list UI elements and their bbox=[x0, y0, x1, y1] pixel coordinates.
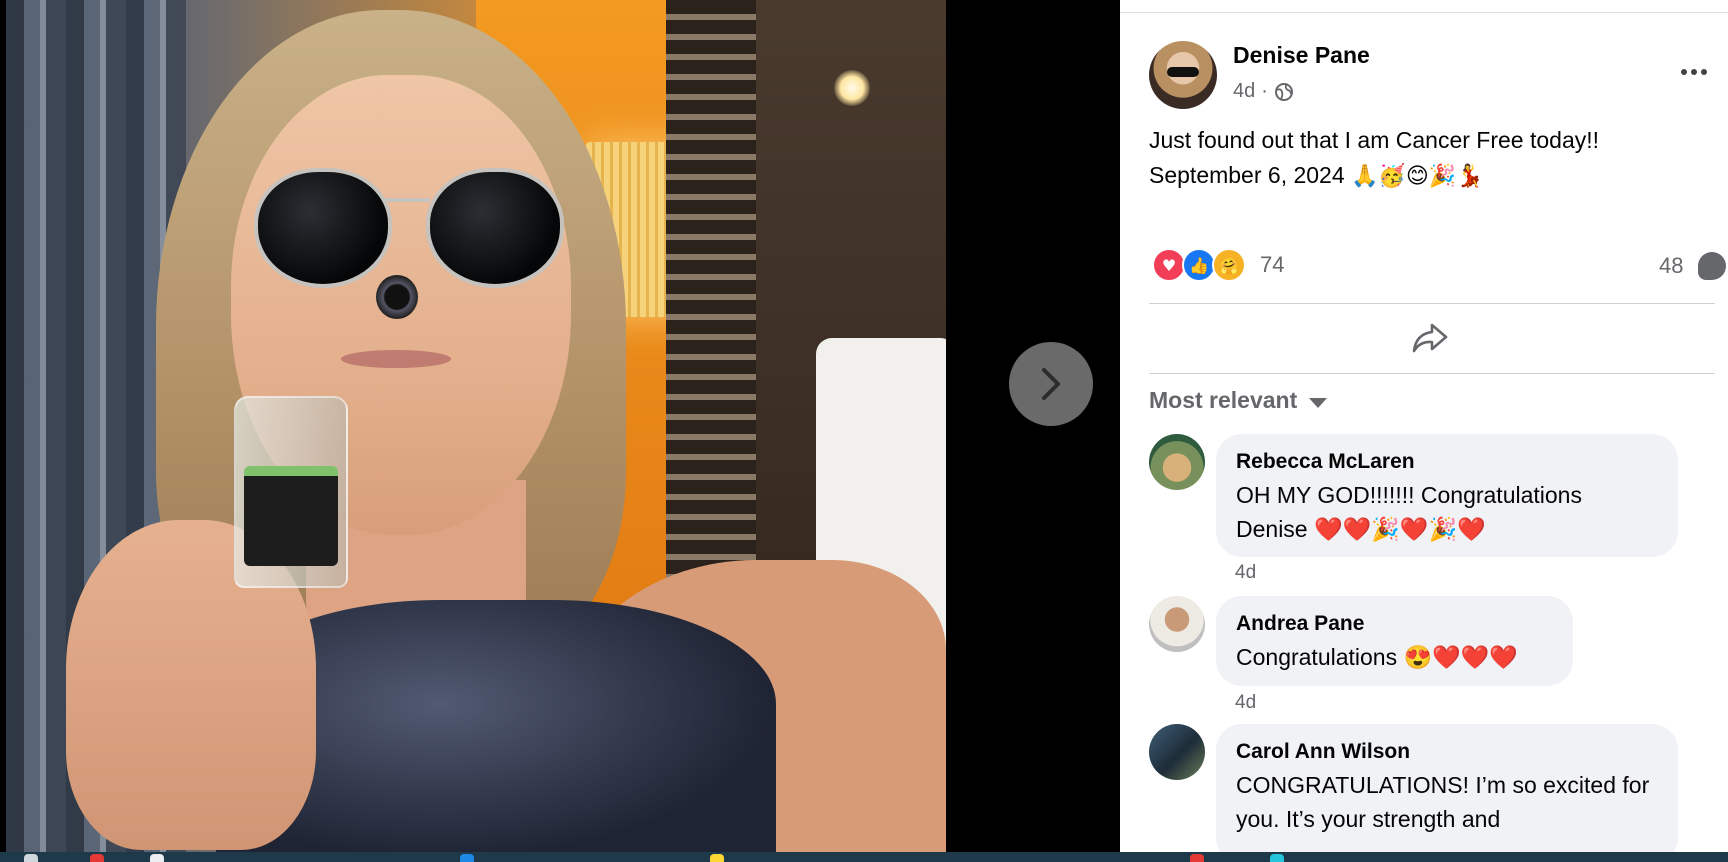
comment-bubble: Andrea Pane Congratulations 😍❤️❤️❤️ bbox=[1216, 596, 1573, 686]
comment-bubble-icon bbox=[1698, 252, 1726, 280]
reaction-count: 74 bbox=[1260, 252, 1285, 277]
next-photo-button[interactable] bbox=[1009, 342, 1093, 426]
meta-separator: · bbox=[1261, 80, 1268, 102]
commenter-avatar[interactable] bbox=[1149, 596, 1205, 652]
post-panel: Denise Pane 4d · Just found out that I a… bbox=[1120, 0, 1728, 852]
love-reaction-icon: ♥ bbox=[1152, 248, 1186, 282]
top-divider bbox=[1120, 12, 1728, 13]
caret-down-icon bbox=[1309, 397, 1328, 408]
comment-bubble: Carol Ann Wilson CONGRATULATIONS! I’m so… bbox=[1216, 724, 1678, 852]
taskbar-app-icon[interactable] bbox=[150, 854, 164, 862]
commenter-name[interactable]: Andrea Pane bbox=[1236, 612, 1553, 636]
comment-text: Congratulations 😍❤️❤️❤️ bbox=[1236, 644, 1519, 670]
actions-divider bbox=[1149, 373, 1715, 374]
post-meta: 4d · bbox=[1233, 80, 1294, 103]
reaction-summary[interactable]: ♥ 👍 🤗 74 bbox=[1152, 248, 1284, 282]
commenter-name[interactable]: Carol Ann Wilson bbox=[1236, 740, 1658, 764]
comment-time[interactable]: 4d bbox=[1235, 692, 1256, 714]
comment-bubble: Rebecca McLaren OH MY GOD!!!!!!! Congrat… bbox=[1216, 434, 1678, 557]
photo-viewer bbox=[0, 0, 1120, 852]
taskbar-app-icon[interactable] bbox=[90, 854, 104, 862]
care-reaction-icon: 🤗 bbox=[1212, 248, 1246, 282]
os-taskbar bbox=[0, 852, 1728, 862]
more-horizontal-icon bbox=[1681, 69, 1687, 75]
comment-sort-dropdown[interactable]: Most relevant bbox=[1149, 387, 1328, 414]
commenter-avatar[interactable] bbox=[1149, 724, 1205, 780]
reactions-divider bbox=[1149, 303, 1715, 304]
more-options-button[interactable] bbox=[1676, 54, 1712, 90]
taskbar-app-icon[interactable] bbox=[1270, 854, 1284, 862]
taskbar-app-icon[interactable] bbox=[1190, 854, 1204, 862]
taskbar-app-icon[interactable] bbox=[460, 854, 474, 862]
post-emojis: 🙏🥳😊🎉💃 bbox=[1351, 164, 1484, 189]
comment-count[interactable]: 48 bbox=[1659, 253, 1683, 279]
like-reaction-icon: 👍 bbox=[1182, 248, 1216, 282]
post-photo[interactable] bbox=[6, 0, 946, 852]
chevron-right-icon bbox=[1042, 368, 1060, 400]
sort-label: Most relevant bbox=[1149, 387, 1298, 413]
share-button[interactable] bbox=[1390, 318, 1470, 358]
author-name[interactable]: Denise Pane bbox=[1233, 42, 1370, 69]
post-text-line1: Just found out that I am Cancer Free tod… bbox=[1149, 127, 1600, 153]
comment-time[interactable]: 4d bbox=[1235, 562, 1256, 584]
taskbar-app-icon[interactable] bbox=[710, 854, 724, 862]
taskbar-app-icon[interactable] bbox=[24, 854, 38, 862]
post-text-line2: September 6, 2024 bbox=[1149, 162, 1345, 188]
author-avatar[interactable] bbox=[1149, 41, 1217, 109]
globe-icon bbox=[1274, 82, 1293, 101]
post-time[interactable]: 4d bbox=[1233, 80, 1255, 103]
post-text: Just found out that I am Cancer Free tod… bbox=[1149, 123, 1709, 194]
commenter-name[interactable]: Rebecca McLaren bbox=[1236, 450, 1658, 474]
comment-text: OH MY GOD!!!!!!! Congratulations Denise … bbox=[1236, 482, 1582, 542]
commenter-avatar[interactable] bbox=[1149, 434, 1205, 490]
share-icon bbox=[1412, 323, 1448, 353]
comment-text: CONGRATULATIONS! I’m so excited for you.… bbox=[1236, 772, 1650, 832]
